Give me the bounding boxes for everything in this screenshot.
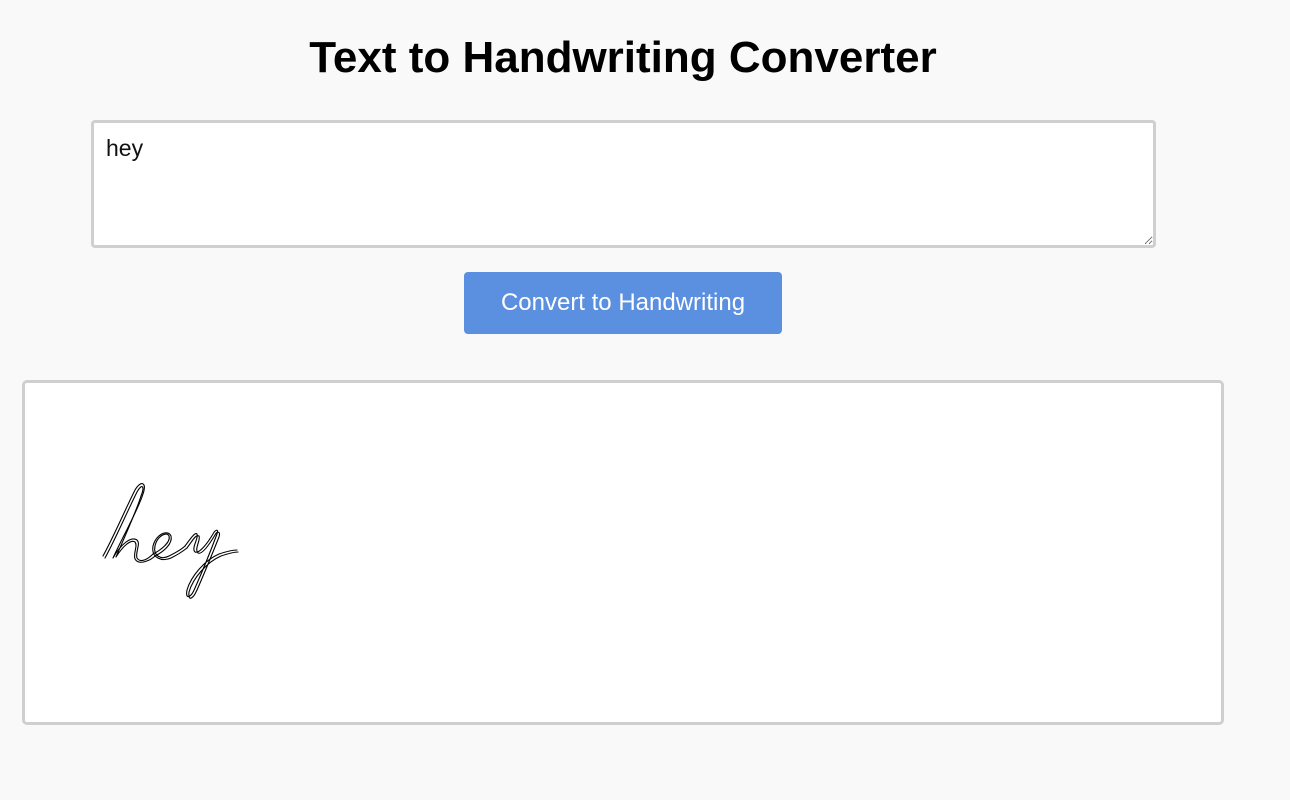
convert-button[interactable]: Convert to Handwriting [464,272,782,334]
handwriting-render [102,483,239,599]
handwriting-output [22,380,1224,725]
page-title: Text to Handwriting Converter [309,33,937,82]
text-input[interactable] [91,120,1156,248]
